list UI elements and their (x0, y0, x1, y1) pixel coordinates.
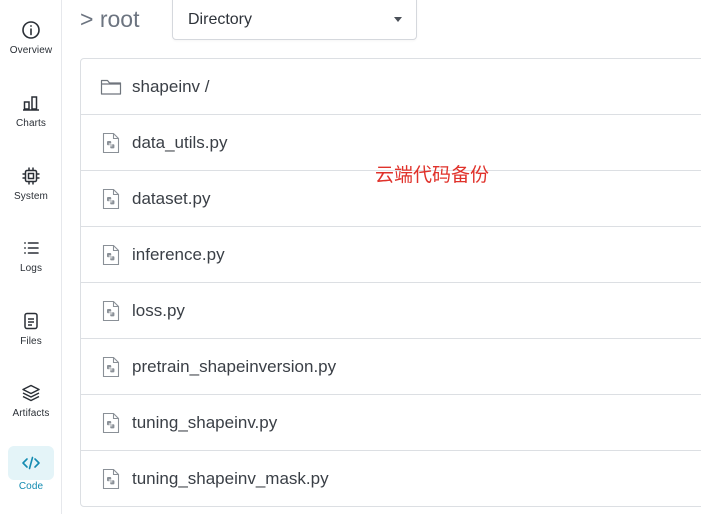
info-icon (20, 19, 42, 41)
sidebar-item-label: Artifacts (12, 408, 50, 419)
file-name: dataset.py (132, 188, 211, 208)
file-list: shapeinv / data_utils.py dataset.py infe… (80, 58, 701, 507)
sidebar-item-overview[interactable]: Overview (0, 13, 62, 65)
python-file-icon (100, 188, 122, 210)
file-icon (20, 310, 42, 332)
sidebar-item-files[interactable]: Files (0, 304, 62, 356)
sidebar-item-label: Code (18, 481, 44, 492)
sidebar: Overview Charts System Logs Files Artifa… (0, 0, 62, 514)
file-name: tuning_shapeinv.py (132, 412, 278, 432)
overlay-annotation: 云端代码备份 (375, 164, 490, 186)
file-name: pretrain_shapeinversion.py (132, 356, 337, 376)
nav-icon-wrap (8, 231, 54, 265)
sidebar-item-label: System (14, 191, 48, 202)
sidebar-item-label: Overview (9, 45, 53, 56)
chip-icon (20, 165, 42, 187)
python-file-icon (100, 244, 122, 266)
sidebar-item-charts[interactable]: Charts (0, 86, 62, 138)
python-file-icon (100, 356, 122, 378)
file-name: inference.py (132, 244, 225, 264)
caret-down-icon (394, 17, 402, 22)
sidebar-item-system[interactable]: System (0, 159, 62, 211)
nav-icon-wrap (8, 376, 54, 410)
sidebar-item-logs[interactable]: Logs (0, 231, 62, 283)
file-row[interactable]: tuning_shapeinv_mask.py (81, 451, 701, 506)
nav-icon-wrap (8, 86, 54, 120)
file-name: shapeinv / (132, 76, 210, 96)
file-row[interactable]: loss.py (81, 283, 701, 339)
file-row[interactable]: pretrain_shapeinversion.py (81, 339, 701, 395)
sidebar-item-code[interactable]: Code (0, 446, 62, 498)
file-row[interactable]: inference.py (81, 227, 701, 283)
python-file-icon (100, 300, 122, 322)
file-row[interactable]: tuning_shapeinv.py (81, 395, 701, 451)
bar-chart-icon (20, 92, 42, 114)
file-name: loss.py (132, 300, 185, 320)
sidebar-item-label: Files (20, 336, 42, 347)
sidebar-item-label: Logs (19, 263, 43, 274)
list-icon (20, 237, 42, 259)
app: Overview Charts System Logs Files Artifa… (0, 0, 701, 514)
sidebar-item-label: Charts (15, 118, 47, 129)
nav-icon-wrap (8, 304, 54, 338)
view-select-value: Directory (188, 11, 253, 28)
nav-icon-wrap (8, 13, 54, 47)
layers-icon (20, 382, 42, 404)
view-select[interactable]: Directory (172, 0, 417, 40)
folder-row[interactable]: shapeinv / (81, 59, 701, 115)
sidebar-item-artifacts[interactable]: Artifacts (0, 376, 62, 428)
python-file-icon (100, 132, 122, 154)
python-file-icon (100, 468, 122, 490)
folder-icon (100, 76, 122, 98)
nav-icon-wrap (8, 159, 54, 193)
file-name: data_utils.py (132, 132, 228, 152)
code-icon (20, 452, 42, 474)
file-name: tuning_shapeinv_mask.py (132, 469, 329, 488)
nav-icon-wrap (8, 446, 54, 480)
python-file-icon (100, 412, 122, 434)
breadcrumb[interactable]: > root (80, 6, 139, 33)
